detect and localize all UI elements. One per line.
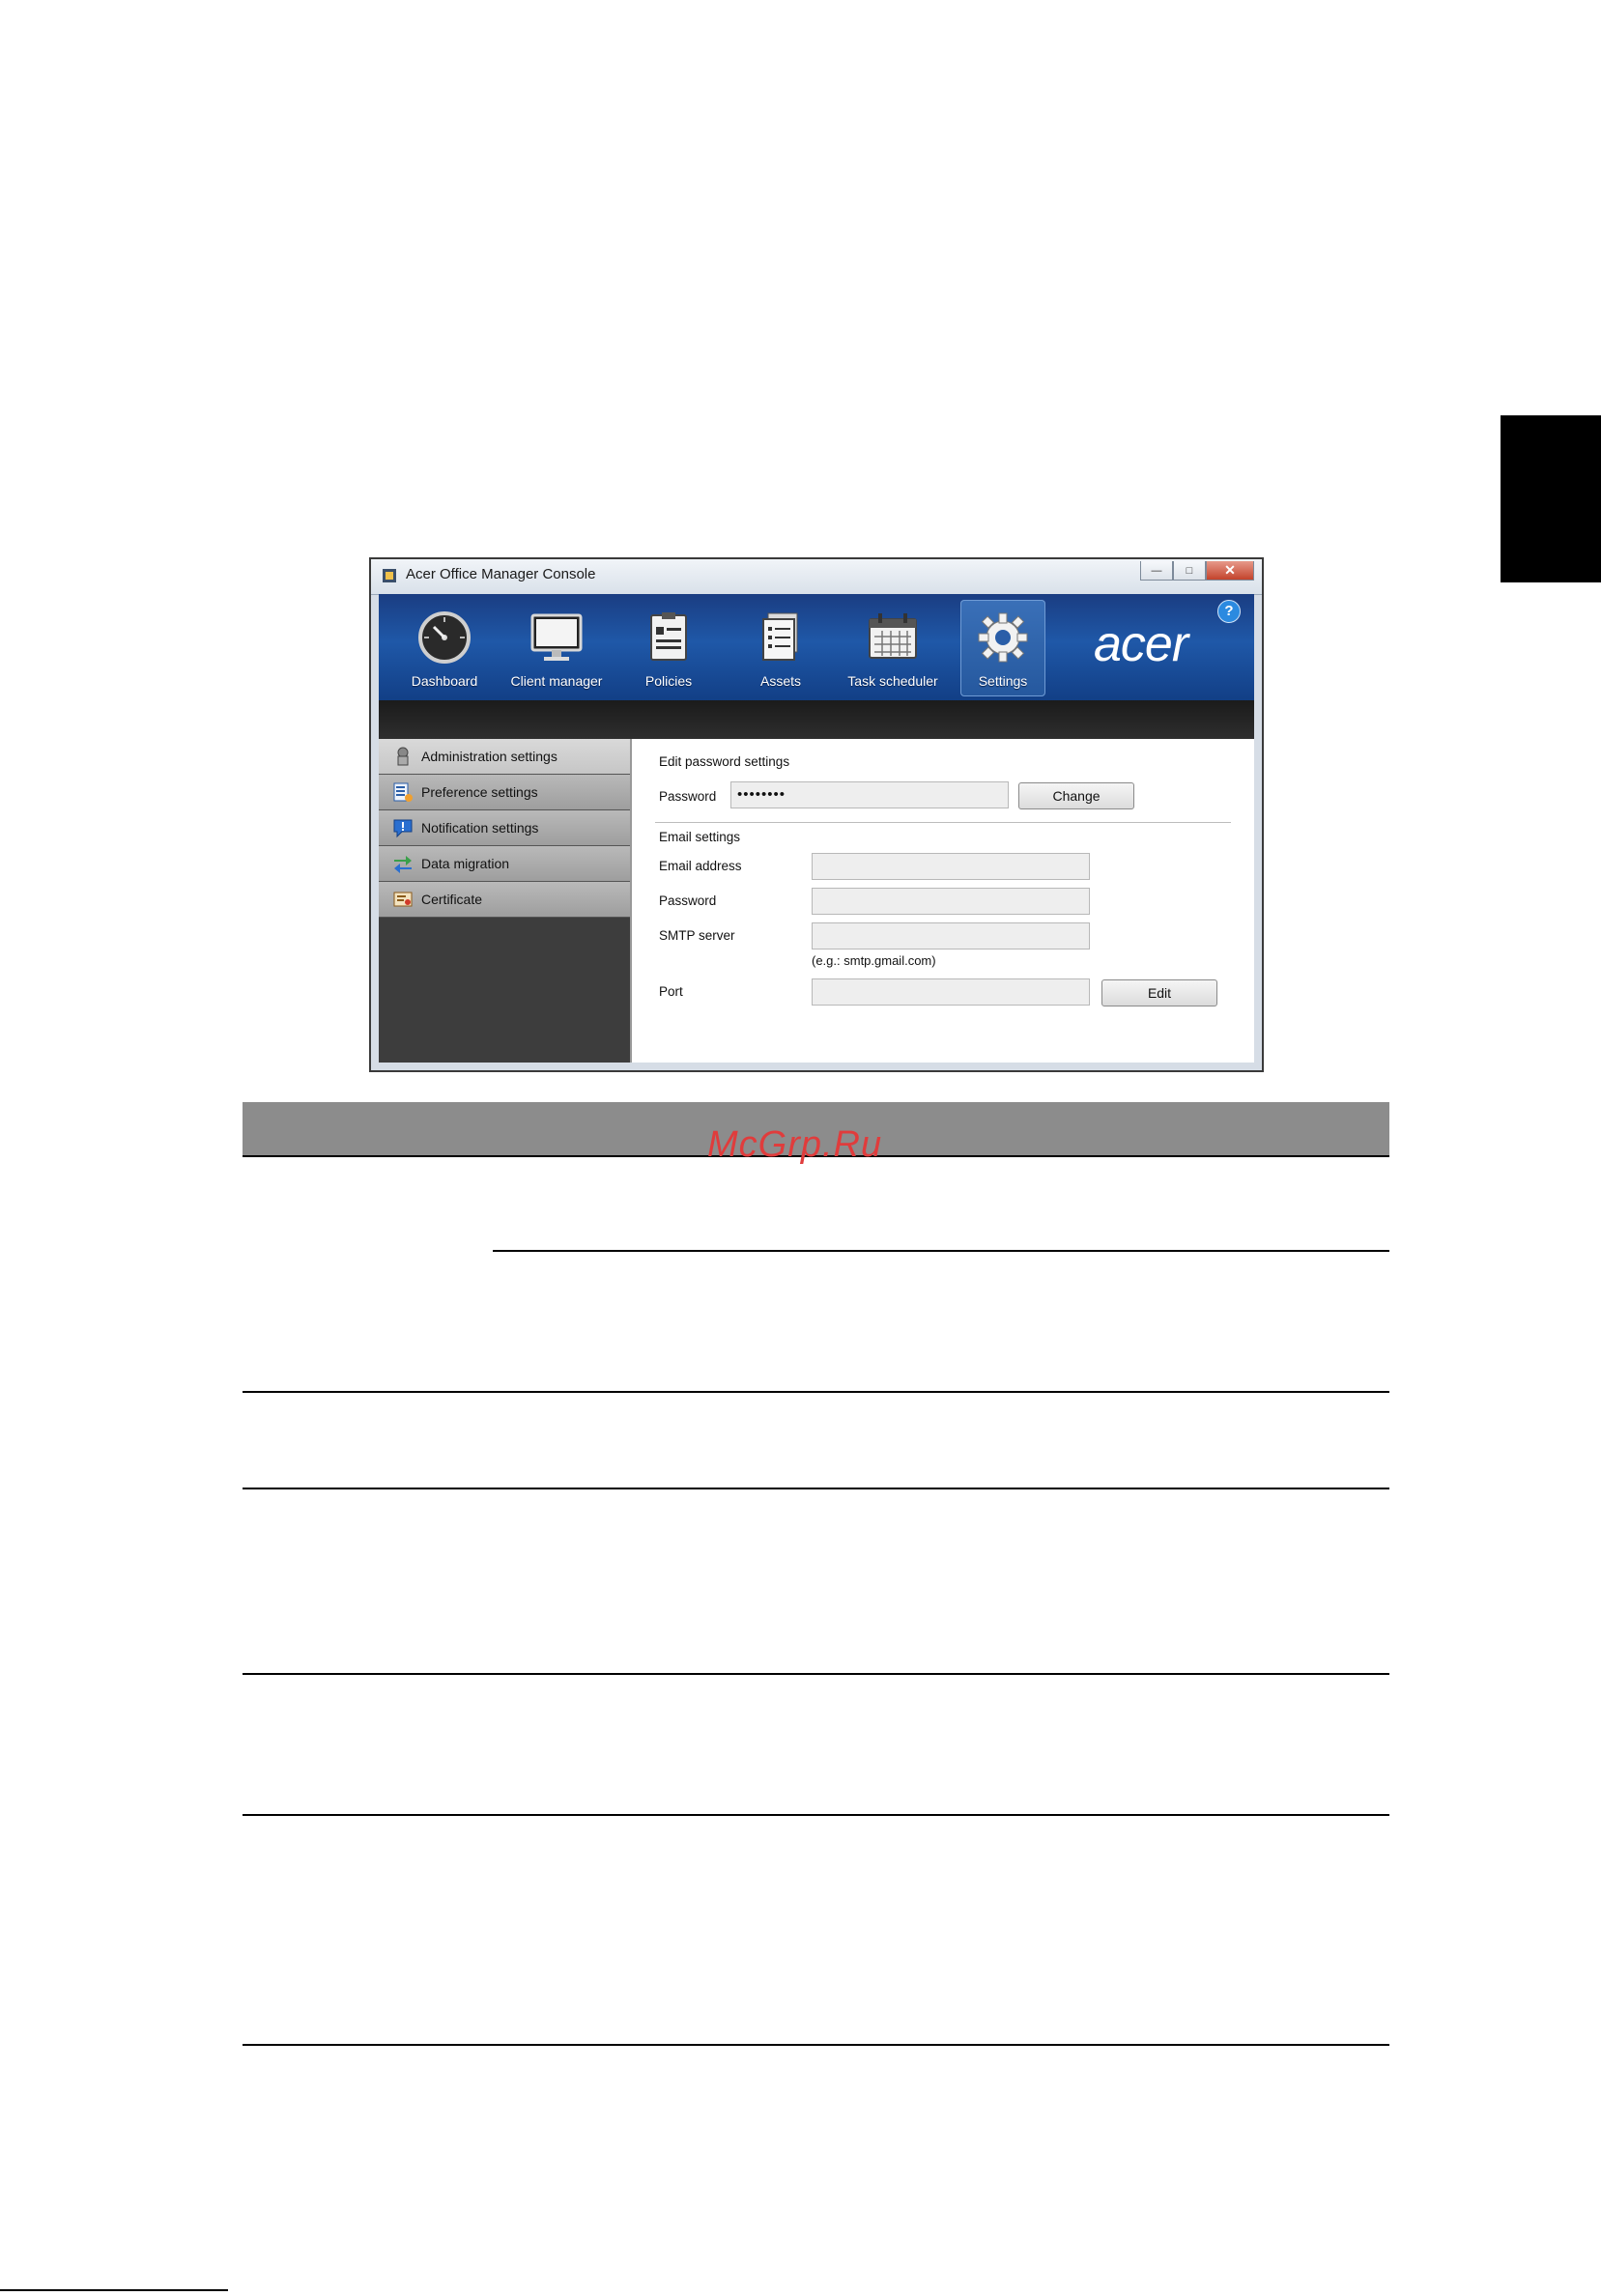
- admin-password-label: Password: [659, 789, 717, 804]
- settings-sidebar: Administration settings Preference setti…: [379, 739, 632, 1063]
- email-password-label: Password: [659, 893, 717, 908]
- calendar-icon: [869, 613, 917, 659]
- footer-rule: [0, 2289, 228, 2291]
- minimize-button[interactable]: —: [1140, 561, 1173, 581]
- migration-arrows-icon: [394, 856, 412, 873]
- clipboard-icon: [650, 612, 687, 661]
- close-button[interactable]: ✕: [1206, 561, 1254, 581]
- admin-password-field[interactable]: ••••••••: [730, 781, 1009, 808]
- smtp-hint: (e.g.: smtp.gmail.com): [812, 953, 936, 968]
- app-icon: [383, 569, 396, 582]
- email-address-label: Email address: [659, 859, 742, 873]
- sidebar-item-certificate[interactable]: Certificate: [379, 882, 630, 918]
- port-label: Port: [659, 984, 683, 999]
- watermark: McGrp.Ru: [707, 1124, 883, 1165]
- maximize-button[interactable]: □: [1173, 561, 1206, 581]
- notification-icon: [393, 819, 413, 838]
- section-divider: [655, 822, 1231, 823]
- dashboard-icon: [418, 611, 471, 664]
- document-list-icon: [762, 612, 798, 661]
- nav-assets[interactable]: Assets: [727, 600, 835, 696]
- sidebar-item-preference-settings[interactable]: Preference settings: [379, 775, 630, 810]
- sidebar-item-administration-settings[interactable]: Administration settings: [379, 739, 630, 775]
- table-rule: [243, 2044, 1389, 2046]
- app-window: Acer Office Manager Console — □ ✕ Dashbo…: [369, 557, 1264, 1072]
- nav-client-manager[interactable]: Client manager: [502, 600, 611, 696]
- preference-list-icon: [393, 782, 413, 802]
- top-navigation: Dashboard Client manager Policies Assets…: [379, 594, 1254, 700]
- edit-password-heading: Edit password settings: [659, 754, 790, 769]
- help-icon[interactable]: ?: [1217, 600, 1241, 623]
- acer-logo: acer: [1094, 616, 1188, 672]
- certificate-icon: [393, 892, 413, 907]
- table-rule: [243, 1814, 1389, 1816]
- chapter-tab-marker: [1501, 415, 1601, 582]
- email-password-field[interactable]: [812, 888, 1090, 915]
- smtp-server-label: SMTP server: [659, 928, 735, 943]
- smtp-server-field[interactable]: [812, 922, 1090, 950]
- table-rule: [243, 1488, 1389, 1489]
- table-rule: [243, 1673, 1389, 1675]
- window-title: Acer Office Manager Console: [406, 566, 596, 582]
- nav-settings[interactable]: Settings: [960, 600, 1045, 696]
- sidebar-item-data-migration[interactable]: Data migration: [379, 846, 630, 882]
- nav-task-scheduler[interactable]: Task scheduler: [839, 600, 947, 696]
- sidebar-item-notification-settings[interactable]: Notification settings: [379, 810, 630, 846]
- toolbar-strip: [379, 700, 1254, 739]
- nav-dashboard[interactable]: Dashboard: [390, 600, 499, 696]
- email-settings-heading: Email settings: [659, 830, 741, 844]
- edit-email-settings-button[interactable]: Edit: [1101, 979, 1217, 1006]
- port-field[interactable]: [812, 978, 1090, 1006]
- table-rule: [493, 1250, 1389, 1252]
- admin-lock-icon: [397, 747, 409, 766]
- monitor-icon: [530, 613, 583, 661]
- settings-content: Edit password settings Password ••••••••…: [632, 739, 1254, 1063]
- table-rule: [243, 1391, 1389, 1393]
- nav-policies[interactable]: Policies: [615, 600, 723, 696]
- email-address-field[interactable]: [812, 853, 1090, 880]
- gear-icon: [978, 612, 1028, 663]
- change-password-button[interactable]: Change: [1018, 782, 1134, 809]
- title-bar: Acer Office Manager Console — □ ✕: [371, 559, 1262, 595]
